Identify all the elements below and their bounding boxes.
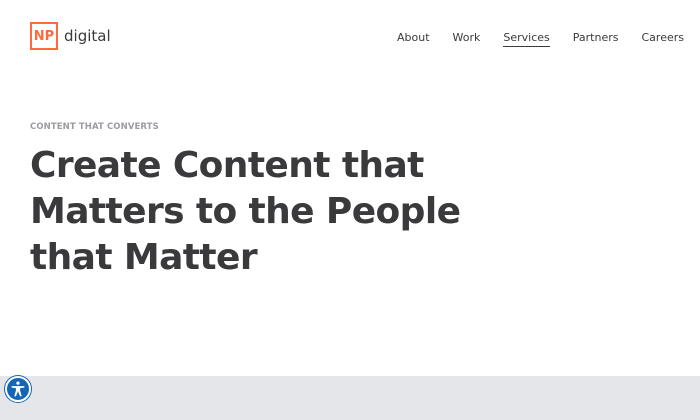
- logo-mark: NP: [30, 22, 58, 50]
- headline-line: Create Content that: [30, 145, 424, 186]
- nav-item-services[interactable]: Services: [503, 31, 550, 47]
- nav-item-careers[interactable]: Careers: [642, 31, 685, 47]
- np-digital-logo[interactable]: NP digital: [30, 22, 111, 50]
- bottom-section-band: [0, 376, 700, 420]
- headline-line: that Matter: [30, 237, 258, 278]
- main-nav: About Work Services Partners Careers: [397, 31, 684, 47]
- nav-item-about[interactable]: About: [397, 31, 430, 47]
- hero-eyebrow: CONTENT THAT CONVERTS: [30, 122, 159, 132]
- nav-item-work[interactable]: Work: [453, 31, 481, 47]
- site-header: NP digital About Work Services Partners …: [0, 0, 700, 76]
- accessibility-button[interactable]: [5, 376, 31, 402]
- nav-item-partners[interactable]: Partners: [573, 31, 619, 47]
- page: NP digital About Work Services Partners …: [0, 0, 700, 420]
- logo-text: digital: [64, 27, 111, 45]
- accessibility-icon: [11, 381, 25, 397]
- hero-headline: Create Content that Matters to the Peopl…: [30, 143, 470, 281]
- headline-line: Matters to the People: [30, 191, 461, 232]
